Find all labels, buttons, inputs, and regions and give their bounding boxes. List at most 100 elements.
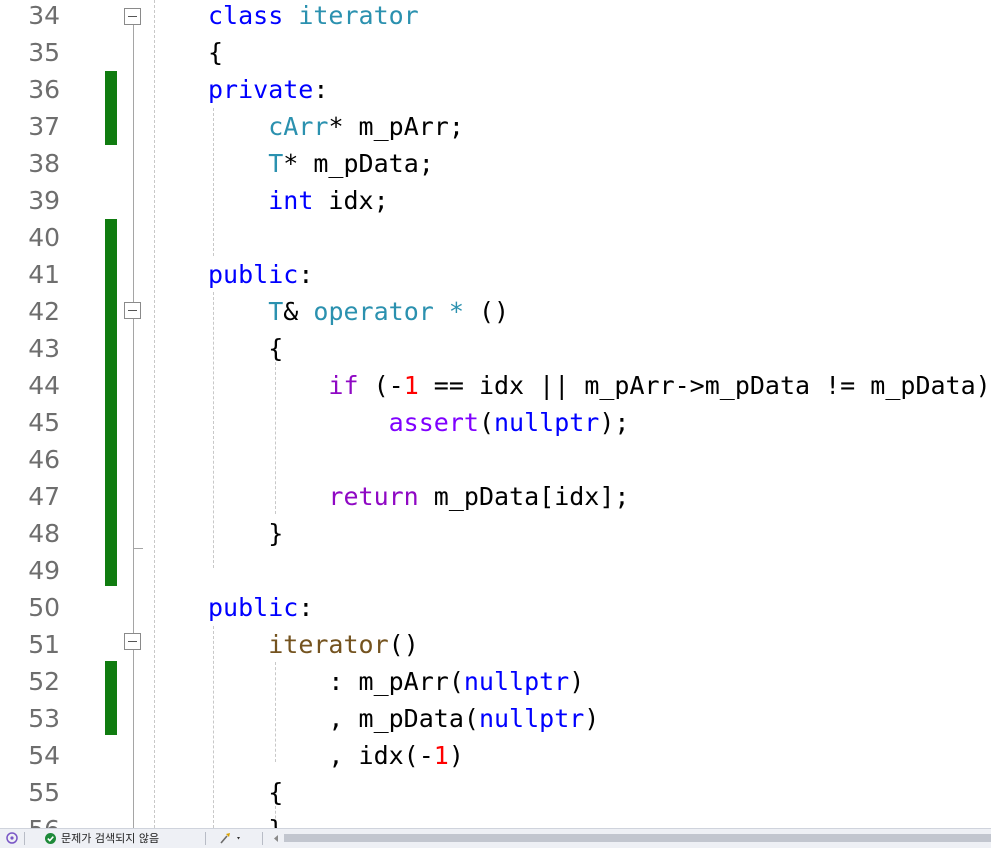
code-line[interactable]: 46: [0, 441, 991, 478]
code-token: * m_pArr;: [328, 112, 464, 141]
code-token: int: [268, 186, 314, 215]
code-token: ): [448, 741, 464, 770]
status-separator: [262, 832, 263, 845]
live-share-icon[interactable]: [4, 829, 20, 848]
code-line[interactable]: 37 cArr* m_pArr;: [0, 108, 991, 145]
code-line[interactable]: 44 if (-1 == idx || m_pArr->m_pData != m…: [0, 367, 991, 404]
code-token: return: [328, 482, 419, 511]
line-number: 47: [28, 482, 60, 511]
code-line[interactable]: 36 private:: [0, 71, 991, 108]
scrollbar-thumb[interactable]: [284, 834, 991, 842]
code-token: nullptr: [494, 408, 600, 437]
code-token: operator *: [313, 297, 464, 326]
code-token: * m_pData;: [283, 149, 434, 178]
status-separator: [24, 832, 25, 845]
line-number: 53: [28, 704, 60, 733]
code-text: T* m_pData;: [208, 145, 434, 182]
code-text: assert(nullptr);: [208, 404, 630, 441]
code-line[interactable]: 35 {: [0, 34, 991, 71]
code-token: : m_pArr(: [208, 667, 464, 696]
line-number: 56: [0, 811, 60, 828]
code-token: == idx || m_pArr->m_pData != m_pData): [418, 371, 991, 400]
code-line[interactable]: 34 class iterator: [0, 0, 991, 34]
code-cleanup-icon: [220, 833, 240, 844]
code-line[interactable]: 40: [0, 219, 991, 256]
code-token: class: [208, 1, 284, 30]
code-line[interactable]: 52 : m_pArr(nullptr): [0, 663, 991, 700]
code-cleanup-button[interactable]: [218, 829, 246, 848]
line-number: 51: [28, 630, 60, 659]
code-line[interactable]: 56 }: [0, 811, 991, 828]
code-line[interactable]: 48 }: [0, 515, 991, 552]
code-line[interactable]: 47 return m_pData[idx];: [0, 478, 991, 515]
line-number: 45: [28, 408, 60, 437]
code-token: if: [328, 371, 359, 400]
code-token: assert: [388, 408, 479, 437]
line-number: 49: [28, 556, 60, 585]
status-bar: 문제가 검색되지 않음: [0, 828, 991, 848]
code-line[interactable]: 55 {: [0, 774, 991, 811]
line-number: 50: [28, 593, 60, 622]
code-line[interactable]: 54 , idx(-1): [0, 737, 991, 774]
horizontal-scrollbar[interactable]: [284, 834, 991, 842]
code-line[interactable]: 43 {: [0, 330, 991, 367]
code-text: , m_pData(nullptr): [208, 700, 599, 737]
code-token: private: [208, 75, 314, 104]
code-token: 1: [433, 741, 449, 770]
code-token: iterator: [268, 630, 389, 659]
line-number: 48: [28, 519, 60, 548]
code-token: :: [313, 75, 329, 104]
code-token: public: [208, 260, 299, 289]
code-line[interactable]: 49: [0, 552, 991, 589]
issues-indicator[interactable]: 문제가 검색되지 않음: [44, 829, 204, 848]
issues-label: 문제가 검색되지 않음: [61, 832, 160, 845]
line-number: 39: [28, 186, 60, 215]
code-token: (): [388, 630, 419, 659]
code-token: T: [268, 297, 284, 326]
code-text: cArr* m_pArr;: [208, 108, 464, 145]
code-token: , idx(-: [208, 741, 434, 770]
code-token: T: [268, 149, 284, 178]
line-number: 46: [28, 445, 60, 474]
code-line[interactable]: 41 public:: [0, 256, 991, 293]
line-number: 36: [28, 75, 60, 104]
code-text: {: [208, 330, 283, 367]
code-text: }: [208, 811, 283, 828]
code-text: if (-1 == idx || m_pArr->m_pData != m_pD…: [208, 367, 991, 404]
code-line[interactable]: 53 , m_pData(nullptr): [0, 700, 991, 737]
code-line[interactable]: 39 int idx;: [0, 182, 991, 219]
code-line[interactable]: 42 T& operator * (): [0, 293, 991, 330]
code-token: {: [208, 334, 284, 363]
code-token: cArr: [268, 112, 329, 141]
code-token: );: [599, 408, 630, 437]
line-number: 44: [28, 371, 60, 400]
code-line[interactable]: 38 T* m_pData;: [0, 145, 991, 182]
code-token: &: [283, 297, 314, 326]
code-text: T& operator * (): [208, 293, 509, 330]
code-token: idx;: [313, 186, 389, 215]
code-line[interactable]: 51 iterator(): [0, 626, 991, 663]
code-line[interactable]: 45 assert(nullptr);: [0, 404, 991, 441]
line-number: 41: [28, 260, 60, 289]
code-token: public: [208, 593, 299, 622]
line-number: 54: [28, 741, 60, 770]
code-text: : m_pArr(nullptr): [208, 663, 584, 700]
code-line[interactable]: 50 public:: [0, 589, 991, 626]
code-token: m_pData[idx];: [418, 482, 630, 511]
code-token: nullptr: [478, 704, 585, 733]
code-token: ): [584, 704, 600, 733]
check-circle-icon: [45, 833, 56, 844]
code-token: }: [208, 815, 283, 828]
scroll-left-arrow[interactable]: [270, 829, 282, 848]
code-editor[interactable]: 34 class iterator 35{ 36 private: 37 cArr* m_…: [0, 0, 991, 828]
code-text: int idx;: [208, 182, 389, 219]
code-token: (: [478, 408, 494, 437]
